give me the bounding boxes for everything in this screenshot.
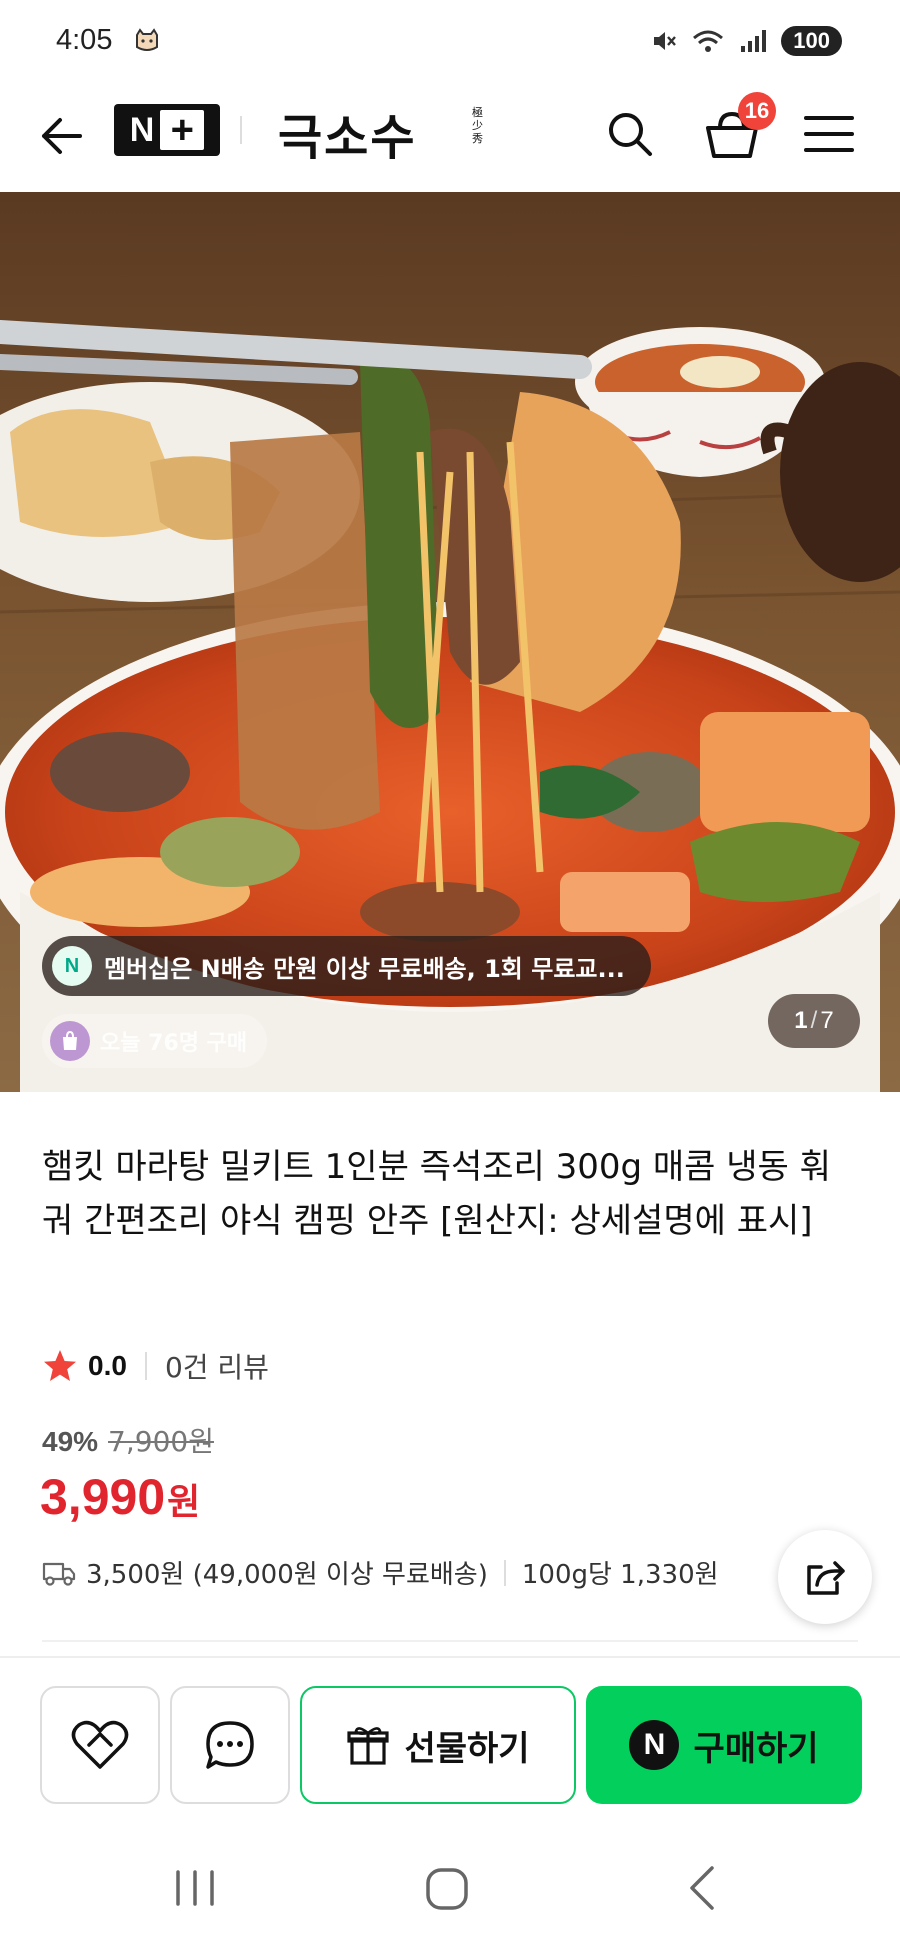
status-icons: 100 [651,26,842,56]
status-bar: 4:05 100 [0,0,900,88]
chat-bubble-icon [206,1721,254,1769]
image-counter-separator: / [810,1007,818,1034]
original-price: 7,900원 [108,1425,214,1458]
star-icon [44,1350,76,1381]
back-chevron-icon[interactable] [682,1864,722,1912]
store-brand-hanja: 極少秀 [472,106,483,145]
gift-label: 선물하기 [404,1728,530,1769]
shopping-bag-icon [50,1021,90,1061]
back-arrow-icon[interactable] [34,108,90,164]
system-navigation-bar [0,1816,900,1950]
mute-icon [654,32,677,50]
image-total: 7 [820,1007,834,1034]
plus-icon: + [160,108,205,152]
promo-text: 멤버십은 N배송 만원 이상 무료배송, 1회 무료교... [104,954,625,983]
share-button[interactable] [778,1530,872,1624]
sale-price-amount: 3,990 [40,1469,166,1525]
gift-box-icon [347,1727,390,1765]
rating-divider [144,1352,147,1380]
rating-row[interactable]: 0.0 0건 리뷰 [42,1346,269,1386]
signal-icon [741,30,767,52]
app-header: N + 극소수 極少秀 16 [0,88,900,192]
status-time: 4:05 [56,24,113,56]
notification-cat-icon [136,28,158,51]
review-count[interactable]: 0건 리뷰 [165,1346,269,1386]
shipping-fee: 3,500원 (49,000원 이상 무료배송) [86,1560,488,1590]
image-index: 1 [794,1007,808,1034]
home-icon[interactable] [424,1866,470,1912]
discount-row: 49% 7,900원 [42,1420,214,1460]
naver-plus-badge[interactable]: N + [114,104,220,156]
battery-indicator: 100 [781,26,842,56]
gift-button[interactable]: 선물하기 [300,1686,576,1804]
today-purchase-badge: 오늘 76명 구매 [42,1014,268,1068]
heart-icon [71,1720,129,1769]
header-divider [240,116,242,144]
shipping-info-row: 3,500원 (49,000원 이상 무료배송) 100g당 1,330원 [42,1554,719,1591]
search-icon[interactable] [602,106,658,162]
talk-chat-button[interactable] [170,1686,290,1804]
today-purchase-text: 오늘 76명 구매 [100,1031,248,1056]
section-divider [42,1640,858,1642]
share-icon [807,1561,845,1595]
delivery-truck-icon [42,1562,76,1586]
buy-button[interactable]: N 구매하기 [586,1686,862,1804]
store-brand-title[interactable]: 극소수 [278,98,416,168]
naver-membership-icon: N [52,946,92,986]
recent-apps-icon[interactable] [172,1868,218,1908]
naver-plus-n: N [129,110,155,149]
unit-price: 100g당 1,330원 [521,1560,719,1590]
purchase-action-bar: 선물하기 N 구매하기 [0,1656,900,1816]
rating-score: 0.0 [88,1350,127,1381]
image-counter: 1 / 7 [768,994,860,1048]
wishlist-button[interactable] [40,1686,160,1804]
cart-count-badge: 16 [738,92,776,130]
naver-pay-icon: N [629,1720,680,1770]
sale-price: 3,990 원 [40,1468,200,1526]
discount-rate: 49% [42,1426,99,1457]
sale-price-unit: 원 [167,1482,201,1523]
product-page: 4:05 100 N + 극소수 極少秀 16 N 멤버십은 N배송 만원 이상… [0,0,900,1950]
product-image-carousel[interactable]: N 멤버십은 N배송 만원 이상 무료배송, 1회 무료교... 오늘 76명 … [0,192,900,1092]
shipping-divider [503,1559,506,1586]
membership-promo-banner[interactable]: N 멤버십은 N배송 만원 이상 무료배송, 1회 무료교... [42,936,651,996]
buy-label: 구매하기 [693,1728,819,1769]
hamburger-menu-icon[interactable] [802,110,856,158]
product-title: 햄킷 마라탕 밀키트 1인분 즉석조리 300g 매콤 냉동 훠궈 간편조리 야… [42,1147,831,1241]
wifi-icon [693,30,724,52]
